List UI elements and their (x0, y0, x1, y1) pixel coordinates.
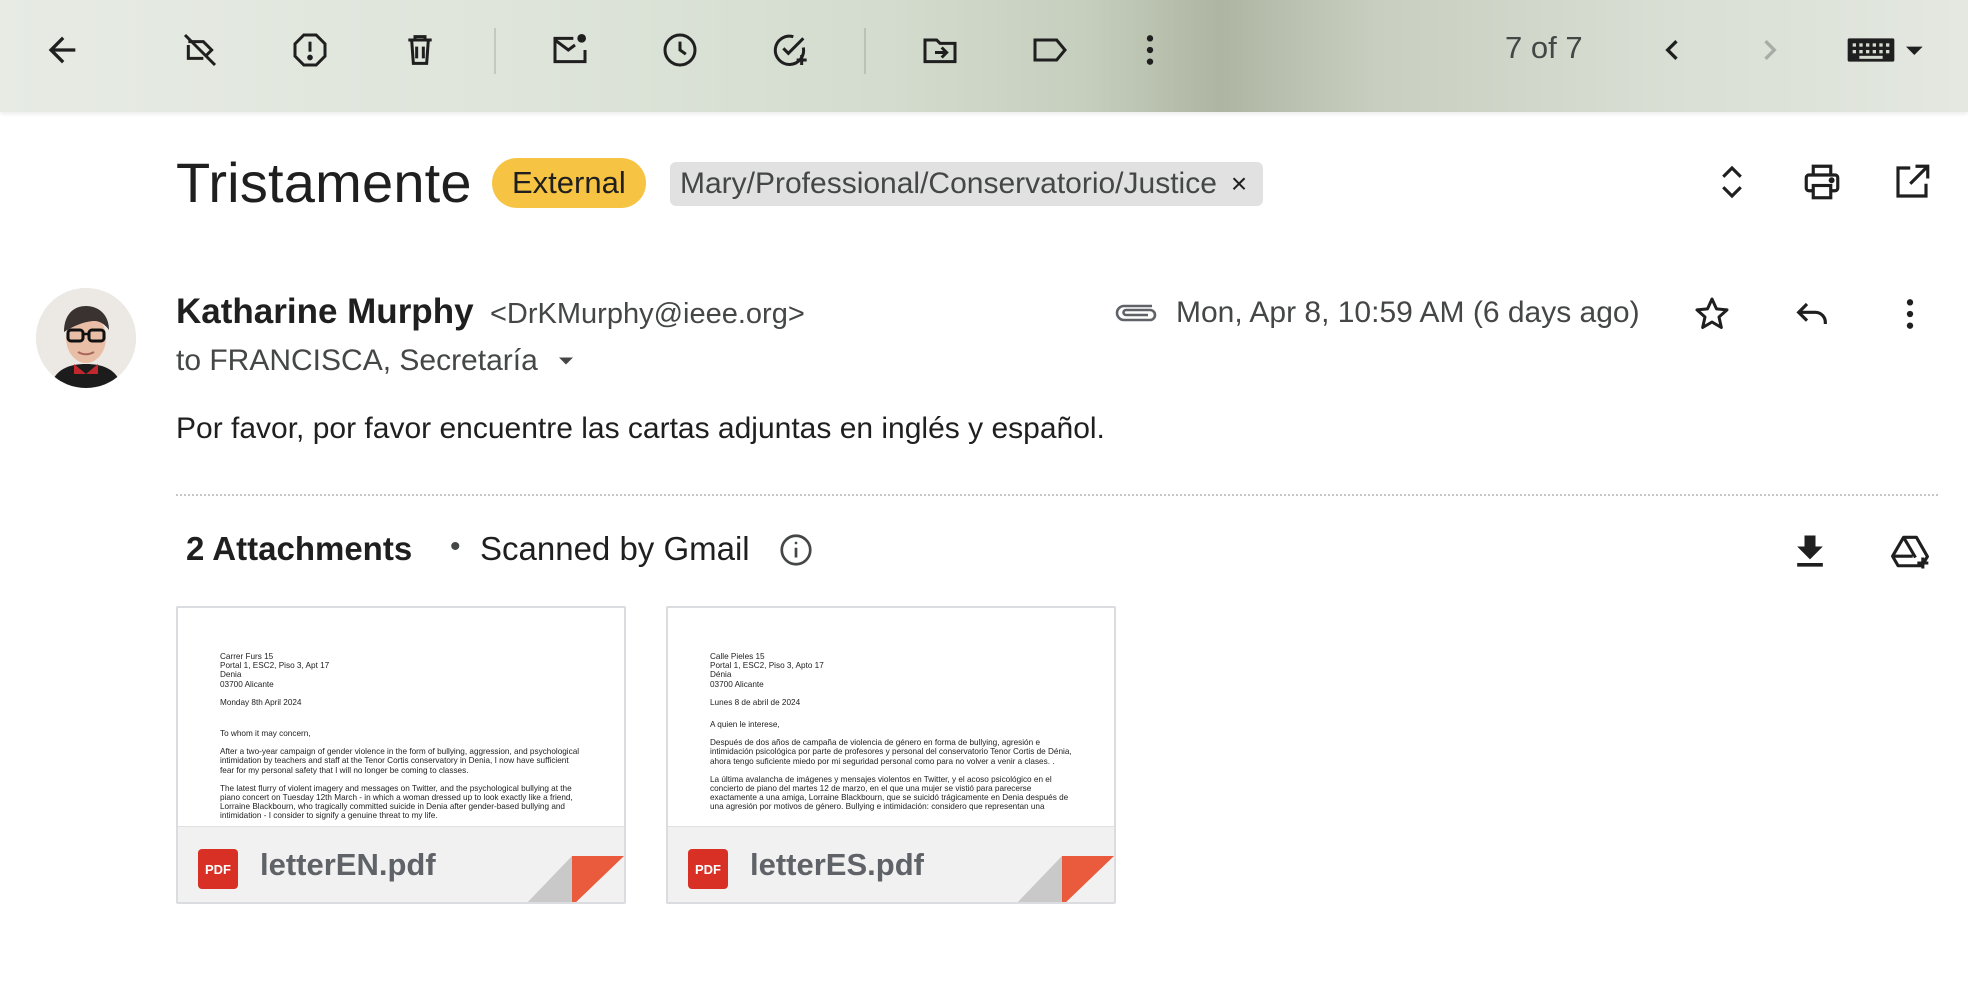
add-all-to-drive-button[interactable] (1882, 524, 1938, 580)
info-icon[interactable] (778, 532, 814, 568)
preview-paragraph: Después de dos años de campaña de violen… (710, 738, 1072, 766)
unfold-more-icon (1722, 165, 1742, 199)
toolbar-divider (494, 28, 496, 74)
preview-address-line: Carrer Furs 15 (220, 652, 274, 661)
avatar[interactable] (36, 288, 136, 388)
recipients-text: to FRANCISCA, Secretaría (176, 344, 538, 377)
add-to-tasks-button[interactable] (762, 22, 818, 78)
keyboard-icon (1847, 38, 1923, 62)
label-icon (1033, 38, 1067, 62)
remove-label-button[interactable] (172, 22, 228, 78)
snooze-icon (663, 33, 697, 67)
label-chip[interactable]: Mary/Professional/Conservatorio/Justice … (670, 162, 1264, 206)
recipients-toggle[interactable]: to FRANCISCA, Secretaría (176, 344, 580, 378)
sender-name[interactable]: Katharine Murphy (176, 292, 474, 332)
reply-icon (1796, 302, 1827, 324)
report-spam-icon (293, 33, 327, 67)
delete-icon (408, 35, 432, 65)
preview-address-line: Calle Pieles 15 (710, 652, 765, 661)
open-in-new-window-button[interactable] (1882, 152, 1942, 212)
label-off-icon (183, 33, 217, 67)
preview-address-line: Portal 1, ESC2, Piso 3, Apt 17 (220, 661, 330, 671)
newer-button[interactable] (1644, 22, 1700, 78)
attachment-card[interactable]: Calle Pieles 15 Portal 1, ESC2, Piso 3, … (666, 606, 1116, 904)
more-options-button[interactable] (1122, 22, 1178, 78)
attachment-filename: letterES.pdf (750, 847, 924, 882)
remove-label-icon[interactable]: × (1231, 162, 1247, 206)
move-to-button[interactable] (912, 22, 968, 78)
attachments-count: 2 Attachments (186, 530, 413, 567)
preview-address-line: Dénia (710, 670, 732, 680)
preview-date: Monday 8th April 2024 (220, 697, 302, 707)
snooze-button[interactable] (652, 22, 708, 78)
page-fold-icon (527, 856, 624, 902)
attachment-card[interactable]: Carrer Furs 15 Portal 1, ESC2, Piso 3, A… (176, 606, 626, 904)
toolbar-divider (864, 28, 866, 74)
message-more-button[interactable] (1882, 286, 1938, 342)
star-icon (1695, 297, 1729, 329)
move-to-icon (923, 38, 957, 64)
preview-greeting: To whom it may concern, (220, 729, 311, 739)
arrow-back-icon (48, 36, 76, 64)
input-tools-button[interactable] (1836, 22, 1936, 78)
preview-paragraph: After a two-year campaign of gender viol… (220, 747, 580, 775)
more-vert-icon (1906, 299, 1914, 329)
preview-paragraph: La última avalancha de imágenes y mensaj… (710, 774, 1069, 812)
avatar-photo-icon (36, 288, 136, 388)
attachment-footer: PDF letterEN.pdf (178, 826, 624, 902)
attachment-filename: letterEN.pdf (260, 847, 436, 882)
separator-dot: • (450, 530, 461, 563)
email-subject: Tristamente (176, 151, 472, 214)
star-button[interactable] (1684, 286, 1740, 342)
add-to-drive-icon (1891, 535, 1929, 569)
preview-greeting: A quien le interese, (710, 720, 780, 730)
pagination-text: 7 of 7 (1505, 30, 1583, 65)
print-icon (1804, 164, 1840, 200)
scanned-by-gmail-text: Scanned by Gmail (480, 530, 750, 567)
pdf-icon: PDF (198, 849, 238, 889)
download-icon (1797, 535, 1823, 567)
sender-email: <DrKMurphy@ieee.org> (490, 298, 805, 330)
preview-address-line: 03700 Alicante (220, 679, 274, 689)
back-button[interactable] (34, 22, 90, 78)
reply-button[interactable] (1784, 286, 1840, 342)
labels-button[interactable] (1022, 22, 1078, 78)
expand-all-button[interactable] (1702, 152, 1762, 212)
add-task-icon (773, 34, 807, 66)
preview-paragraph: The latest flurry of violent imagery and… (220, 783, 573, 821)
attachment-footer: PDF letterES.pdf (668, 826, 1114, 902)
mark-unread-button[interactable] (542, 22, 598, 78)
open-in-new-icon (1896, 164, 1930, 198)
preview-date: Lunes 8 de abril de 2024 (710, 697, 801, 707)
message-body: Por favor, por favor encuentre las carta… (176, 412, 1105, 445)
message-date: Mon, Apr 8, 10:59 AM (6 days ago) (1176, 296, 1640, 329)
label-chip-text: Mary/Professional/Conservatorio/Justice (680, 167, 1217, 200)
print-all-button[interactable] (1792, 152, 1852, 212)
external-badge: External (492, 158, 646, 208)
report-spam-button[interactable] (282, 22, 338, 78)
preview-address-line: 03700 Alicante (710, 679, 764, 689)
dropdown-arrow-icon (558, 357, 573, 365)
attachment-indicator-icon (1115, 304, 1157, 322)
page-fold-icon (1017, 856, 1114, 902)
chevron-right-icon (1764, 40, 1777, 60)
chevron-left-icon (1665, 40, 1678, 60)
download-all-button[interactable] (1782, 524, 1838, 580)
attachment-preview: Carrer Furs 15 Portal 1, ESC2, Piso 3, A… (178, 608, 624, 826)
preview-address-line: Portal 1, ESC2, Piso 3, Apto 17 (710, 661, 824, 671)
toolbar: 7 of 7 (0, 0, 1968, 112)
older-button[interactable] (1742, 22, 1798, 78)
delete-button[interactable] (392, 22, 448, 78)
attachment-preview: Calle Pieles 15 Portal 1, ESC2, Piso 3, … (668, 608, 1114, 826)
attachments-divider (176, 494, 1938, 496)
preview-address-line: Denia (220, 670, 242, 680)
mark-unread-icon (553, 34, 587, 64)
pdf-icon: PDF (688, 849, 728, 889)
more-vert-icon (1146, 35, 1154, 65)
